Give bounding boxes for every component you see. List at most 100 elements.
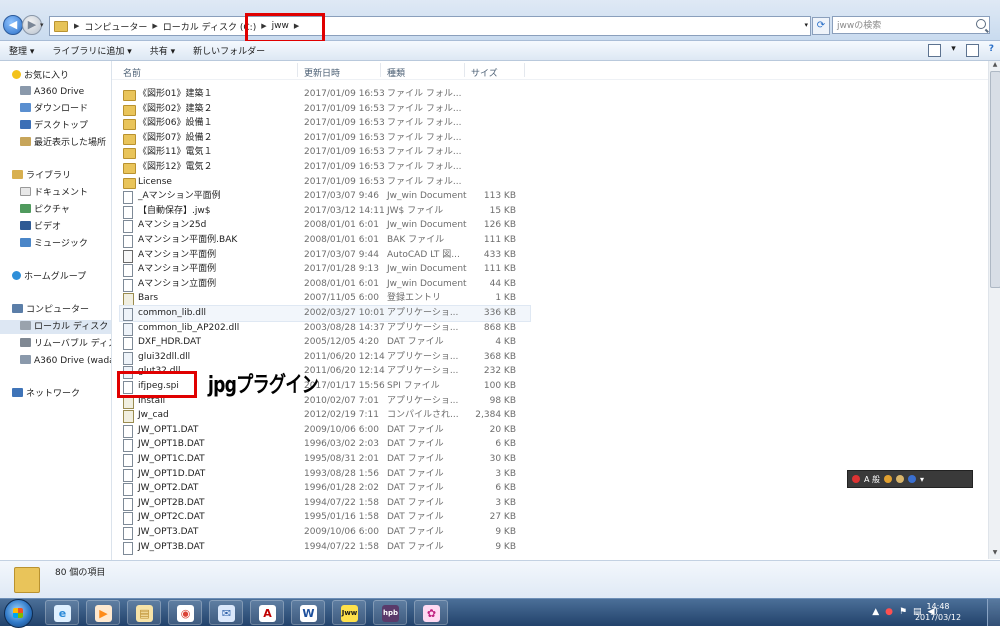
ime-mode[interactable]: A 般 [864,474,880,485]
nav-removable-disk[interactable]: リムーバブル ディス [20,337,111,351]
refresh-button[interactable]: ⟳ [812,17,830,35]
file-row[interactable]: DXF_HDR.DAT 2005/12/05 4:20 DAT ファイル 4 KB [120,335,530,351]
search-input[interactable]: jwwの検索 [832,16,990,34]
file-row[interactable]: JW_OPT1.DAT 2009/10/06 6:00 DAT ファイル 20 KB [120,423,530,438]
scroll-down-arrow-icon[interactable]: ▼ [989,549,1000,559]
nav-a360-drive[interactable]: A360 Drive [20,85,84,99]
file-row[interactable]: 【自動保存】.jw$ 2017/03/12 14:11 JW$ ファイル 15 KB [120,204,530,219]
view-dropdown-icon[interactable]: ▾ [951,44,956,57]
show-desktop-button[interactable] [987,599,1000,626]
file-row[interactable]: JW_OPT1C.DAT 1995/08/31 2:01 DAT ファイル 30 KB [120,452,530,467]
nav-a360-drive-wada[interactable]: A360 Drive (wada) [20,354,111,368]
tray-expand-icon[interactable]: ▲ [872,607,879,617]
file-row[interactable]: 《図形01》建築１ 2017/01/09 16:53 ファイル フォル... [120,87,530,102]
nav-network[interactable]: ネットワーク [12,387,80,401]
file-row[interactable]: JW_OPT2C.DAT 1995/01/16 1:58 DAT ファイル 27 KB [120,510,530,526]
vertical-scrollbar[interactable]: ▲ ▼ [988,61,1000,559]
file-row[interactable]: JW_OPT2B.DAT 1994/07/22 1:58 DAT ファイル 3 KB [120,496,530,511]
nav-desktop[interactable]: デスクトップ [20,119,88,133]
nav-videos[interactable]: ビデオ [20,220,61,234]
file-row[interactable]: _Aマンション平面例 2017/03/07 9:46 Jw_win Document… [120,189,530,205]
column-type[interactable]: 種類 [387,66,405,79]
nav-computer[interactable]: コンピューター [12,303,89,317]
ime-options-icon[interactable]: ▾ [920,475,924,484]
share-button[interactable]: 共有 ▾ [141,44,184,57]
taskbar-hpb-button[interactable]: hpb [373,600,407,625]
taskbar-chrome-button[interactable]: ◉ [168,600,202,625]
file-row[interactable]: JW_OPT1B.DAT 1996/03/02 2:03 DAT ファイル 6 KB [120,437,530,453]
file-row[interactable]: Aマンション立面例 2008/01/01 6:01 Jw_win Document 4… [120,277,530,292]
start-button[interactable] [4,599,33,628]
file-row[interactable]: Aマンション平面例 2017/01/28 9:13 Jw_win Document 1… [120,262,530,278]
nav-music[interactable]: ミュージック [20,237,88,251]
address-input[interactable]: ▶ コンピューター ▶ ローカル ディスク (C:) ▶ jww ▶ ▾ [49,16,811,36]
column-divider[interactable] [297,63,298,77]
file-row[interactable]: 《図形07》設備２ 2017/01/09 16:53 ファイル フォル... [120,131,530,146]
file-row[interactable]: JW_OPT3B.DAT 1994/07/22 1:58 DAT ファイル 9 KB [120,540,530,555]
column-name[interactable]: 名前 [123,66,141,79]
file-row[interactable]: 《図形11》電気１ 2017/01/09 16:53 ファイル フォル... [120,145,530,160]
column-date[interactable]: 更新日時 [304,66,340,79]
column-size[interactable]: サイズ [471,66,498,79]
nav-recent-places[interactable]: 最近表示した場所 [20,136,106,150]
ime-language-bar[interactable]: A 般 ▾ [847,470,973,488]
clock[interactable]: 14:48 2017/03/12 [908,601,968,623]
file-row[interactable]: Bars 2007/11/05 6:00 登録エントリ 1 KB [120,291,530,307]
new-folder-button[interactable]: 新しいフォルダー [184,44,274,57]
taskbar-thunderbird-button[interactable]: ✉ [209,600,243,625]
nav-local-disk[interactable]: ローカル ディスク ( [0,320,111,334]
taskbar-ie-button[interactable]: e [45,600,79,625]
file-row[interactable]: common_lib.dll 2002/03/27 10:01 アプリケーショ...… [119,305,531,322]
forward-button[interactable]: ▶ [22,15,42,35]
taskbar-autocad-button[interactable]: A [250,600,284,625]
recent-pages-dropdown[interactable]: ▾ [40,21,44,29]
nav-homegroup[interactable]: ホームグループ [12,270,86,284]
chevron-right-icon[interactable]: ▶ [72,22,81,30]
file-row[interactable]: 《図形02》建築２ 2017/01/09 16:53 ファイル フォル... [120,102,530,117]
taskbar-paint-button[interactable]: ✿ [414,600,448,625]
tray-app-icon[interactable]: ● [885,607,893,617]
nav-pictures[interactable]: ピクチャ [20,203,70,217]
file-row[interactable]: Aマンション25d 2008/01/01 6:01 Jw_win Document 1… [120,218,530,234]
taskbar-explorer-button[interactable]: ▤ [127,600,161,625]
file-row[interactable]: Aマンション平面例.BAK 2008/01/01 6:01 BAK ファイル 111 … [120,233,530,248]
file-row[interactable]: 《図形12》電気２ 2017/01/09 16:53 ファイル フォル... [120,160,530,175]
flag-icon[interactable]: ⚑ [899,607,907,617]
preview-pane-icon[interactable] [965,44,979,57]
file-row[interactable]: License 2017/01/09 16:53 ファイル フォル... [120,175,530,190]
organize-button[interactable]: 整理 ▾ [0,44,43,57]
scroll-thumb[interactable] [990,71,1000,288]
file-row[interactable]: JW_OPT1D.DAT 1993/08/28 1:56 DAT ファイル 3 KB [120,467,530,482]
back-button[interactable]: ◀ [3,15,23,35]
file-date: 2011/06/20 12:14 [304,351,385,362]
column-divider[interactable] [464,63,465,77]
ime-dictionary-icon[interactable] [884,475,893,483]
taskbar-word-button[interactable]: W [291,600,325,625]
help-icon[interactable]: ? [989,44,994,57]
nav-downloads[interactable]: ダウンロード [20,102,88,116]
add-to-library-button[interactable]: ライブラリに追加 ▾ [43,44,140,57]
taskbar-media-player-button[interactable]: ▶ [86,600,120,625]
file-row[interactable]: common_lib_AP202.dll 2003/08/28 14:37 アプリケ… [120,321,530,336]
nav-favorites[interactable]: お気に入り [12,69,69,83]
file-row[interactable]: JW_OPT2.DAT 1996/01/28 2:02 DAT ファイル 6 KB [120,481,530,497]
view-options-icon[interactable] [928,44,942,57]
address-history-dropdown[interactable]: ▾ [804,21,808,29]
ime-help-icon[interactable] [908,475,917,483]
breadcrumb-computer[interactable]: コンピューター [81,20,150,33]
ime-logo-icon[interactable] [852,475,860,483]
ime-tools-icon[interactable] [896,475,905,483]
file-row[interactable]: JW_OPT3.DAT 2009/10/06 6:00 DAT ファイル 9 KB [120,525,530,540]
file-row[interactable]: Jw_cad 2012/02/19 7:11 コンパイルされ... 2,384 KB [120,408,530,424]
file-row[interactable]: glui32dll.dll 2011/06/20 12:14 アプリケーショ... 3… [120,350,530,365]
taskbar-jww-button[interactable]: Jww [332,600,366,625]
nav-documents[interactable]: ドキュメント [20,186,88,200]
file-row[interactable]: Aマンション平面例 2017/03/07 9:44 AutoCAD LT 図... 4… [120,248,530,263]
status-bar: 80 個の項目 [0,560,1000,599]
column-divider[interactable] [380,63,381,77]
scroll-up-arrow-icon[interactable]: ▲ [989,61,1000,71]
file-row[interactable]: 《図形06》設備１ 2017/01/09 16:53 ファイル フォル... [120,116,530,131]
column-divider[interactable] [524,63,525,77]
nav-libraries[interactable]: ライブラリ [12,169,71,183]
chevron-right-icon[interactable]: ▶ [150,22,159,30]
